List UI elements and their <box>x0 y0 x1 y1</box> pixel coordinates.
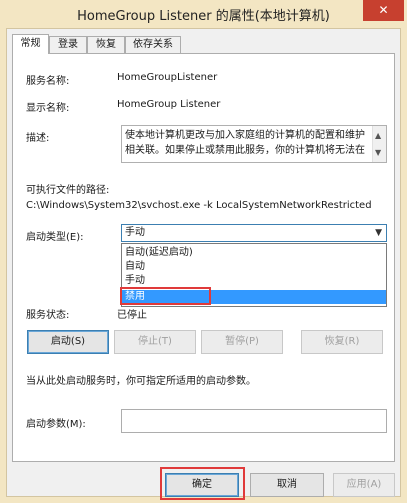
cancel-button[interactable]: 取消 <box>250 473 324 497</box>
scroll-up-icon[interactable]: ▲ <box>375 128 381 143</box>
service-status-label: 服务状态: <box>26 310 70 321</box>
close-icon: ✕ <box>378 3 389 17</box>
general-panel: 服务名称: HomeGroupListener 显示名称: HomeGroup … <box>12 53 395 462</box>
start-button[interactable]: 启动(S) <box>27 330 109 354</box>
resume-button[interactable]: 恢复(R) <box>301 330 383 354</box>
service-name-label: 服务名称: <box>26 76 70 87</box>
start-params-label: 启动参数(M): <box>26 419 86 430</box>
startup-option-auto-delayed[interactable]: 自动(延迟启动) <box>122 246 386 260</box>
title-bar: HomeGroup Listener 的属性(本地计算机) ✕ <box>0 0 407 28</box>
stop-button[interactable]: 停止(T) <box>114 330 196 354</box>
description-scrollbar[interactable]: ▲ ▼ <box>372 126 386 162</box>
ok-highlight-box <box>160 467 245 500</box>
description-text: 使本地计算机更改与加入家庭组的计算机的配置和维护相关联。如果停止或禁用此服务，你… <box>125 130 365 156</box>
tab-general[interactable]: 常规 <box>12 34 49 54</box>
pause-button[interactable]: 暂停(P) <box>201 330 283 354</box>
startup-type-select[interactable]: 手动 ▼ <box>121 224 387 242</box>
highlight-box <box>120 287 211 305</box>
startup-option-manual[interactable]: 手动 <box>122 274 386 288</box>
display-name-label: 显示名称: <box>26 103 70 114</box>
dialog-frame: 常规 登录 恢复 依存关系 服务名称: HomeGroupListener 显示… <box>6 28 401 500</box>
exe-path-label: 可执行文件的路径: <box>26 185 110 196</box>
startup-type-value: 手动 <box>125 227 145 238</box>
tab-dependencies[interactable]: 依存关系 <box>125 36 181 53</box>
stop-button-label: 停止(T) <box>138 336 172 347</box>
cancel-button-label: 取消 <box>277 479 297 490</box>
description-box[interactable]: 使本地计算机更改与加入家庭组的计算机的配置和维护相关联。如果停止或禁用此服务，你… <box>121 125 387 163</box>
close-button[interactable]: ✕ <box>363 0 404 21</box>
apply-button-label: 应用(A) <box>346 479 382 490</box>
tab-logon[interactable]: 登录 <box>49 36 87 53</box>
service-name-value: HomeGroupListener <box>117 72 218 83</box>
display-name-value: HomeGroup Listener <box>117 99 221 110</box>
tab-recovery[interactable]: 恢复 <box>87 36 125 53</box>
startup-type-label: 启动类型(E): <box>26 232 84 243</box>
resume-button-label: 恢复(R) <box>324 336 360 347</box>
description-label: 描述: <box>26 133 50 144</box>
service-status-value: 已停止 <box>117 310 147 321</box>
start-params-input[interactable] <box>121 409 387 433</box>
pause-button-label: 暂停(P) <box>225 336 259 347</box>
window-title: HomeGroup Listener 的属性(本地计算机) <box>77 9 330 24</box>
startup-option-auto[interactable]: 自动 <box>122 260 386 274</box>
start-button-label: 启动(S) <box>50 336 86 347</box>
chevron-down-icon[interactable]: ▼ <box>375 225 382 241</box>
apply-button[interactable]: 应用(A) <box>333 473 395 497</box>
exe-path-value: C:\Windows\System32\svchost.exe -k Local… <box>26 200 372 211</box>
scroll-down-icon[interactable]: ▼ <box>375 145 381 160</box>
start-params-hint: 当从此处启动服务时，你可指定所适用的启动参数。 <box>26 376 256 387</box>
